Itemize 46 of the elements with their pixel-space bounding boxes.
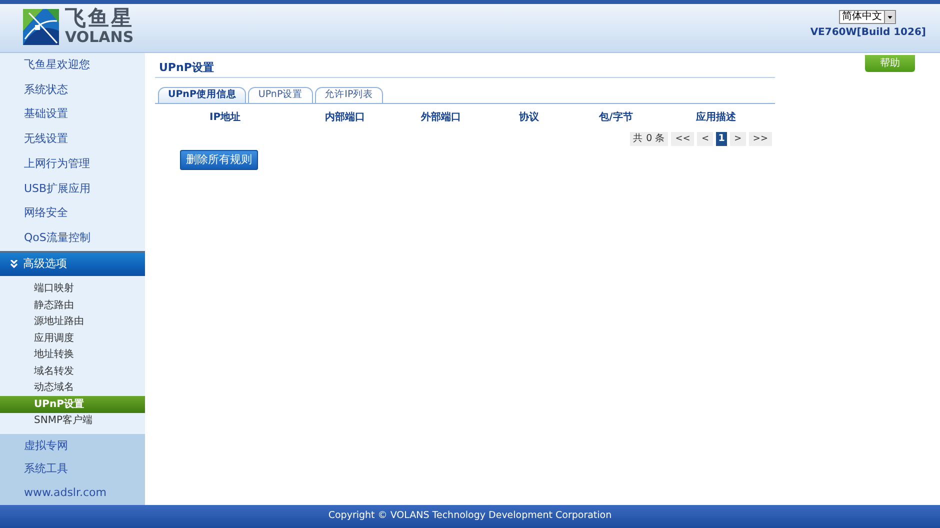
brand-name: 飞鱼星 xyxy=(65,8,134,29)
sidebar-item[interactable]: 系统工具 xyxy=(0,458,145,482)
sidebar-item[interactable]: 网络安全 xyxy=(0,201,145,226)
sidebar-item[interactable]: 系统状态 xyxy=(0,78,145,102)
sidebar-item[interactable]: 飞鱼星欢迎您 xyxy=(0,53,145,78)
column-header: IP地址 xyxy=(208,110,242,124)
version-text: VE760W[Build 1026] xyxy=(810,26,926,40)
column-header: 应用描述 xyxy=(695,110,737,124)
page-button[interactable]: >> xyxy=(748,132,772,146)
column-header: 外部端口 xyxy=(420,110,462,124)
page-button[interactable]: << xyxy=(671,132,694,146)
sidebar-item[interactable]: 虚拟专网 xyxy=(0,434,145,458)
tab[interactable]: UPnP使用信息 xyxy=(158,87,246,103)
sidebar-subitem[interactable]: 动态域名 xyxy=(0,380,145,396)
sidebar-item[interactable]: 无线设置 xyxy=(0,127,145,152)
sidebar-subitem[interactable]: UPnP设置 xyxy=(0,396,145,412)
total-count: 共 0 条 xyxy=(630,132,668,146)
sidebar-item[interactable]: 高级选项 xyxy=(0,250,145,276)
delete-all-rules-button[interactable]: 删除所有规则 xyxy=(180,150,258,170)
sidebar-subitem[interactable]: SNMP客户端 xyxy=(0,412,145,429)
sidebar-subitem[interactable]: 源地址路由 xyxy=(0,314,145,330)
page-button[interactable]: < xyxy=(697,132,714,146)
language-select[interactable]: 简体中文 xyxy=(839,10,896,24)
chevron-down-icon xyxy=(10,260,18,268)
column-header: 协议 xyxy=(518,110,540,124)
sidebar-subitem[interactable]: 端口映射 xyxy=(0,280,145,297)
column-header: 包/字节 xyxy=(598,110,634,124)
logo-icon xyxy=(23,8,59,44)
brand-subtitle: VOLANS xyxy=(65,30,134,45)
sidebar-item[interactable]: USB扩展应用 xyxy=(0,176,145,202)
tab[interactable]: UPnP设置 xyxy=(248,87,313,103)
page-title: UPnP设置 xyxy=(155,53,775,78)
sidebar-item[interactable]: www.adslr.com xyxy=(0,481,145,506)
page-button[interactable]: 1 xyxy=(716,132,727,146)
dropdown-icon xyxy=(884,11,895,23)
sidebar-subitem[interactable]: 域名转发 xyxy=(0,363,145,380)
sidebar-subitem[interactable]: 地址转换 xyxy=(0,346,145,363)
page-button[interactable]: > xyxy=(730,132,746,146)
column-header: 内部端口 xyxy=(324,110,366,124)
tab[interactable]: 允许IP列表 xyxy=(314,87,384,103)
sidebar-item[interactable]: 上网行为管理 xyxy=(0,152,145,176)
sidebar-subitem[interactable]: 静态路由 xyxy=(0,297,145,314)
sidebar-subitem[interactable]: 应用调度 xyxy=(0,330,145,346)
copyright-text: Copyright © VOLANS Technology Development Corporation xyxy=(328,509,612,524)
sidebar-item[interactable]: QoS流量控制 xyxy=(0,226,145,250)
sidebar-item[interactable]: 基础设置 xyxy=(0,102,145,128)
